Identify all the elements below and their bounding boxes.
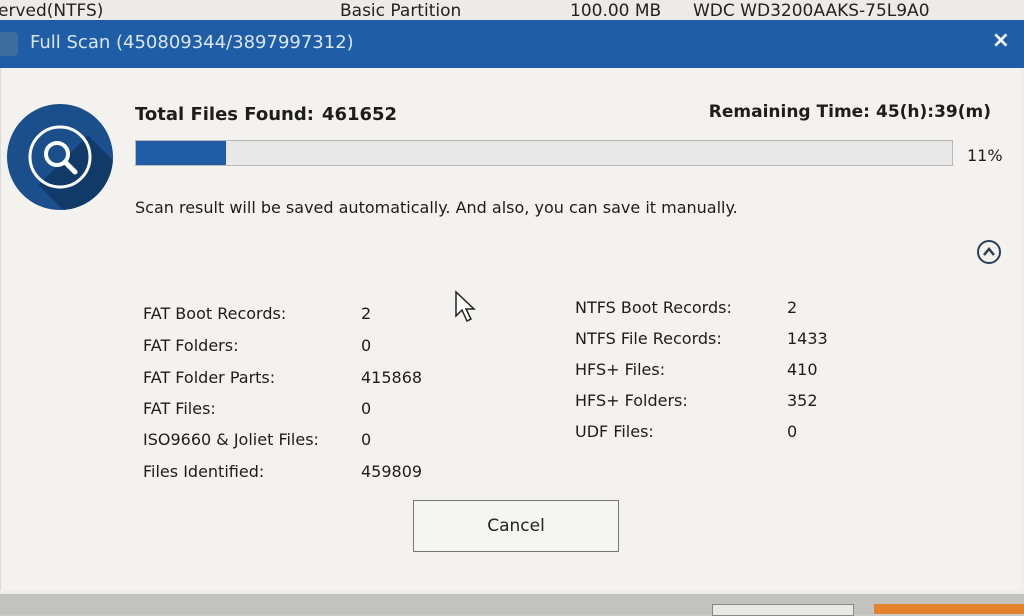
scan-progress-percent: 11% [967, 146, 1003, 165]
stat-label: HFS+ Folders: [575, 391, 688, 410]
stat-value: 2 [787, 298, 798, 317]
stat-label: Files Identified: [143, 462, 265, 481]
dialog-titlebar: Full Scan (450809344/3897997312) × [0, 20, 1024, 68]
stat-label: FAT Folder Parts: [143, 368, 276, 387]
stat-label: NTFS Boot Records: [575, 298, 732, 317]
remaining-time: Remaining Time: 45(h):39(m) [709, 102, 991, 122]
stats-left-panel: FAT Boot Records: 2 FAT Folders: 0 FAT F… [143, 304, 443, 504]
stat-value: 415868 [361, 368, 423, 387]
remaining-time-label: Remaining Time: [708, 102, 870, 122]
background-button-edge [712, 604, 854, 616]
background-orange-button [874, 604, 1024, 614]
magnifier-icon [7, 104, 113, 210]
stat-value: 352 [787, 391, 818, 410]
partition-filesystem: erved(NTFS) [0, 1, 104, 21]
stat-label: FAT Boot Records: [143, 304, 287, 323]
remaining-time-value: 45(h):39(m) [875, 102, 991, 122]
scan-progress-fill [136, 141, 226, 165]
mouse-pointer-icon [454, 290, 478, 328]
stat-value: 459809 [361, 462, 423, 481]
full-scan-dialog: Full Scan (450809344/3897997312) × Total… [0, 20, 1024, 594]
stat-value: 0 [361, 336, 372, 355]
stat-value: 0 [361, 430, 372, 449]
stat-label: UDF Files: [575, 422, 654, 441]
stat-value: 1433 [787, 329, 828, 348]
total-files-found: Total Files Found: 461652 [135, 104, 397, 125]
stat-label: FAT Folders: [143, 336, 239, 355]
total-files-label: Total Files Found: [135, 104, 314, 125]
partition-type: Basic Partition [340, 1, 462, 21]
taskbar-strip [0, 594, 1024, 616]
scan-progress-bar [135, 140, 953, 166]
cancel-button[interactable]: Cancel [413, 500, 619, 552]
stat-label: NTFS File Records: [575, 329, 722, 348]
stat-value: 0 [787, 422, 798, 441]
stat-value: 2 [361, 304, 372, 323]
total-files-value: 461652 [321, 104, 398, 125]
chevron-up-icon[interactable] [977, 240, 1001, 264]
stats-right-panel: NTFS Boot Records: 2 NTFS File Records: … [575, 298, 875, 468]
stat-label: ISO9660 & Joliet Files: [143, 430, 319, 449]
stat-value: 0 [361, 399, 372, 418]
dialog-title: Full Scan (450809344/3897997312) [30, 32, 354, 53]
stat-label: HFS+ Files: [575, 360, 666, 379]
stat-value: 410 [787, 360, 818, 379]
app-icon [0, 32, 18, 56]
scan-save-message: Scan result will be saved automatically.… [135, 198, 738, 217]
close-icon[interactable]: × [992, 28, 1010, 53]
partition-disk: WDC WD3200AAKS-75L9A0 [693, 1, 930, 21]
dialog-content: Total Files Found: 461652 Remaining Time:… [0, 68, 1021, 590]
stat-label: FAT Files: [143, 399, 216, 418]
partition-size: 100.00 MB [570, 1, 662, 21]
background-partition-row: erved(NTFS) Basic Partition 100.00 MB WD… [0, 0, 1024, 22]
